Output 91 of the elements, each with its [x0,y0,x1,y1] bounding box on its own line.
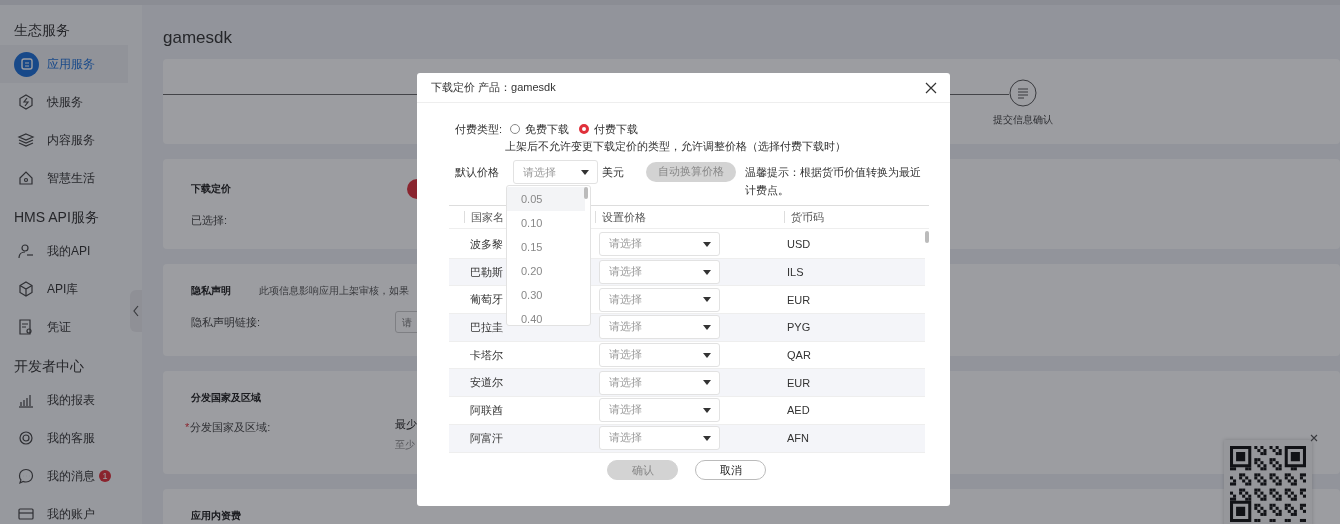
select-field[interactable]: 请选择 [599,260,720,285]
field-label: 付费类型: [455,121,503,137]
table-cell-text: 葡萄牙 [469,292,504,308]
sidebar-item[interactable]: 应用服务 [0,45,128,83]
select-field[interactable]: 请选择 [599,426,720,451]
caret-icon [581,169,589,175]
sidebar-heading: HMS API服务 [13,208,100,227]
table-cell: USD [787,238,811,251]
caret-icon [703,435,711,441]
select-field[interactable]: 请选择 [599,232,720,257]
list-icon [1009,79,1037,107]
home-icon [17,169,35,187]
sidebar-item[interactable]: 我的客服 [0,419,128,457]
select-field[interactable]: 请选择 [599,287,720,312]
cancel-button[interactable]: 取消 [695,460,766,480]
unit-label: 美元 [602,165,624,180]
document-icon [17,318,35,336]
table-cell: AED [787,404,810,417]
table-cell-text: 波多黎 [469,236,504,252]
select-field[interactable]: 请选择 [513,160,598,184]
column-header: 货币码 [784,211,824,223]
dropdown-option[interactable]: 0.30 [507,283,585,307]
select-field[interactable]: 请选择 [599,370,720,395]
caret-icon [703,297,711,303]
dropdown-option[interactable]: 0.05 [507,187,585,211]
page-title: gamesdk [163,27,233,49]
dropdown-option[interactable]: 0.20 [507,259,585,283]
table-cell: EUR [787,293,811,306]
dialog-title: 下载定价 产品：gamesdk [431,80,556,95]
close-icon[interactable] [925,81,937,94]
required-mark: * [185,421,190,433]
collapse-handle[interactable] [130,290,142,332]
dropdown-option[interactable]: 0.40 [507,307,585,325]
chat-icon [17,467,35,485]
sidebar-heading: 开发者中心 [13,357,85,376]
sidebar-item[interactable]: 我的消息 1 [0,457,128,495]
column-header: 设置价格 [595,211,784,223]
sidebar-item[interactable]: API库 [0,270,128,308]
card-icon [17,505,35,523]
caret-icon [703,269,711,275]
tip-text: 温馨提示：根据货币价值转换为最近计费点。 [745,165,922,198]
select-field[interactable]: 请选择 [599,343,720,368]
table-cell: QAR [787,349,811,362]
app-icon [14,51,39,77]
table-cell: PYG [787,321,811,334]
sidebar-item[interactable]: 内容服务 [0,121,128,159]
table-cell: AFN [787,432,809,445]
field-label: 分发国家及区域: [190,421,271,433]
card-note: 此项信息影响应用上架审核，如果 [259,284,409,298]
table-cell: EUR [787,376,811,389]
notification-badge: 1 [99,470,111,482]
caret-icon [703,352,711,358]
table-cell-text: 阿富汗 [469,430,504,446]
caret-icon [703,407,711,413]
sidebar-item[interactable]: 我的API [0,232,128,270]
field-label: 隐私声明链接: [191,314,262,330]
card-title: 分发国家及区域 [191,391,261,405]
sidebar-item[interactable]: 凭证 [0,308,128,346]
table-cell: ILS [787,266,804,279]
select-field[interactable]: 请选择 [599,315,720,340]
sidebar-item[interactable]: 快服务 [0,83,128,121]
sidebar-heading: 生态服务 [13,21,71,40]
table-cell-text: 阿联酋 [469,402,504,418]
dropdown-option[interactable]: 0.15 [507,235,585,259]
step-label: 提交信息确认 [993,113,1053,127]
card-title: 应用内资费 [191,510,241,521]
cube-icon [17,280,35,298]
sidebar-item[interactable]: 智慧生活 [0,159,128,197]
table-cell-text: 卡塔尔 [469,347,504,363]
field-value: 最少 [395,417,417,432]
help-text: 上架后不允许变更下载定价的类型，允许调整价格（选择付费下载时） [504,140,847,154]
caret-icon [703,380,711,386]
caret-icon [703,241,711,247]
user-icon [17,242,35,260]
card-title: 下载定价 [191,182,231,196]
layers-icon [17,131,35,149]
table-cell-text: 巴勒斯 [469,264,504,280]
hexagon-icon [17,93,35,111]
scrollbar[interactable] [925,231,929,243]
scrollbar[interactable] [584,187,588,199]
caret-icon [703,324,711,330]
radio-option[interactable]: 付费下载 [579,121,639,137]
table-cell-text: 巴拉圭 [469,319,504,335]
card-title: 隐私声明 [191,284,231,298]
table-cell-text: 安道尔 [469,375,504,391]
sidebar-item[interactable]: 我的账户 [0,495,128,524]
select-field[interactable]: 请选择 [599,398,720,423]
field-label: 已选择: [191,213,228,228]
sidebar-item[interactable]: 我的报表 [0,381,128,419]
radio-option[interactable]: 免费下载 [510,121,570,137]
field-label: 默认价格 [455,165,499,180]
